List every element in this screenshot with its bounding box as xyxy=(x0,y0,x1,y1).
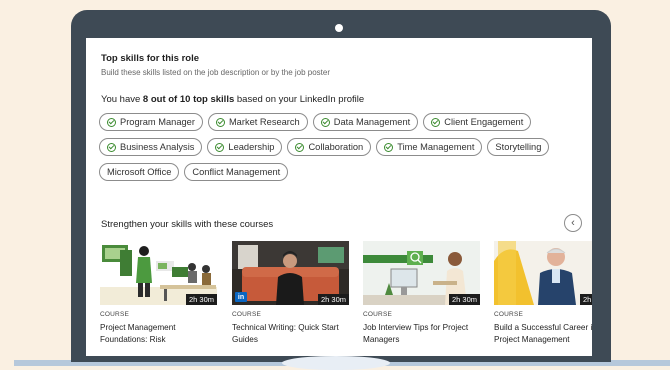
section-title: Top skills for this role xyxy=(101,53,200,64)
camera-dot xyxy=(335,24,343,32)
skill-pill[interactable]: Data Management xyxy=(312,113,419,131)
skill-pill[interactable]: Client Engagement xyxy=(423,113,532,131)
skill-pill[interactable]: Program Manager xyxy=(99,113,203,131)
instructor-photo xyxy=(494,241,592,305)
course-thumbnail: in 2h 30m xyxy=(232,241,349,305)
course-card[interactable]: 2h 30m COURSE Build a Successful Career … xyxy=(494,241,592,346)
skill-pill[interactable]: Storytelling xyxy=(487,138,550,156)
skills-list: Program Manager Market Research Data Man… xyxy=(99,113,589,188)
chevron-left-icon: ‹ xyxy=(571,217,575,229)
check-circle-icon xyxy=(431,117,441,127)
check-circle-icon xyxy=(384,142,394,152)
laptop-base xyxy=(282,356,390,370)
course-thumbnail: 2h 30m xyxy=(100,241,217,305)
courses-heading: Strengthen your skills with these course… xyxy=(101,219,274,230)
skill-pill[interactable]: Collaboration xyxy=(287,138,372,156)
duration-badge: 2h 30m xyxy=(579,294,592,305)
carousel-prev-button[interactable]: ‹ xyxy=(564,214,582,232)
summary-suffix: based on your LinkedIn profile xyxy=(234,94,365,105)
skill-pill[interactable]: Leadership xyxy=(207,138,283,156)
skills-summary: You have 8 out of 10 top skills based on… xyxy=(101,94,364,105)
summary-prefix: You have xyxy=(101,94,143,105)
course-card[interactable]: 2h 30m COURSE Job Interview Tips for Pro… xyxy=(363,241,480,346)
course-title: Project Management Foundations: Risk xyxy=(100,323,176,344)
course-type: COURSE xyxy=(363,311,393,318)
linkedin-icon: in xyxy=(235,292,247,302)
check-circle-icon xyxy=(215,117,225,127)
duration-badge: 2h 30m xyxy=(448,294,480,305)
skill-pill[interactable]: Microsoft Office xyxy=(99,163,180,181)
course-card[interactable]: in 2h 30m COURSE Technical Writing: Quic… xyxy=(232,241,349,346)
skill-pill[interactable]: Time Management xyxy=(376,138,483,156)
course-title: Build a Successful Career in Project Mana… xyxy=(494,323,592,344)
skill-pill[interactable]: Market Research xyxy=(207,113,308,131)
skill-pill[interactable]: Business Analysis xyxy=(99,138,203,156)
check-circle-icon xyxy=(295,142,305,152)
course-title: Job Interview Tips for Project Managers xyxy=(363,323,469,344)
course-thumbnail: 2h 30m xyxy=(363,241,480,305)
course-type: COURSE xyxy=(494,311,524,318)
duration-badge: 2h 30m xyxy=(317,294,349,305)
course-card[interactable]: 2h 30m COURSE Project Management Foundati… xyxy=(100,241,217,346)
course-type: COURSE xyxy=(232,311,262,318)
skill-pill[interactable]: Conflict Management xyxy=(184,163,289,181)
duration-badge: 2h 30m xyxy=(185,294,217,305)
course-type: COURSE xyxy=(100,311,130,318)
check-circle-icon xyxy=(215,142,225,152)
check-circle-icon xyxy=(320,117,330,127)
check-circle-icon xyxy=(107,117,116,127)
section-subtitle: Build these skills listed on the job des… xyxy=(101,68,331,77)
summary-highlight: 8 out of 10 top skills xyxy=(142,94,235,105)
course-thumbnail: 2h 30m xyxy=(494,241,592,305)
check-circle-icon xyxy=(107,142,116,152)
laptop-screen: Top skills for this role Build these ski… xyxy=(86,38,592,356)
course-title: Technical Writing: Quick Start Guides xyxy=(232,323,339,344)
